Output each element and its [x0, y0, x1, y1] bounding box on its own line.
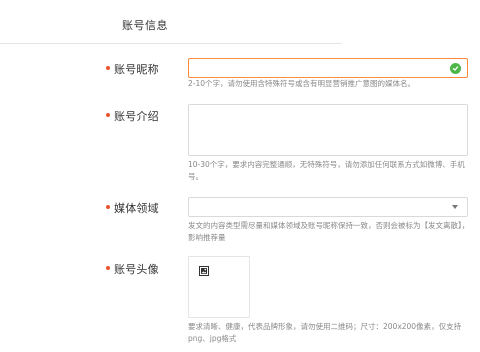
- required-dot: [106, 266, 110, 270]
- intro-textarea[interactable]: [188, 104, 468, 156]
- media-field-select[interactable]: [188, 197, 468, 217]
- nickname-label-wrap: 账号昵称: [106, 61, 159, 77]
- intro-label-wrap: 账号介绍: [106, 108, 159, 124]
- avatar-label-wrap: 账号头像: [106, 261, 159, 277]
- intro-label: 账号介绍: [114, 110, 159, 123]
- required-dot: [106, 205, 110, 209]
- intro-hint: 10-30个字，要求内容完整通顺，无特殊符号，请勿添加任何联系方式如微博、手机号…: [188, 160, 465, 181]
- media-field-hint: 发文的内容类型需尽量和媒体领域及账号昵称保持一致，否则会被标为【发文离散】，影响…: [188, 221, 470, 242]
- media-field-label-wrap: 媒体领域: [106, 200, 159, 216]
- check-circle-icon: [450, 62, 461, 74]
- required-dot: [106, 66, 110, 70]
- header-divider: [0, 43, 342, 44]
- media-field-label: 媒体领域: [114, 202, 159, 215]
- caret-down-icon: [452, 205, 458, 209]
- nickname-input[interactable]: [188, 58, 468, 78]
- nickname-hint: 2-10个字，请勿使用含特殊符号或含有明显营销推广意图的媒体名。: [188, 79, 416, 88]
- nickname-label: 账号昵称: [114, 63, 159, 76]
- avatar-hint: 要求清晰、健康，代表品牌形象，请勿使用二维码；尺寸：200x200像素，仅支持p…: [188, 322, 462, 343]
- required-dot: [106, 113, 110, 117]
- page-title: 账号信息: [122, 19, 168, 32]
- avatar-label: 账号头像: [114, 263, 159, 276]
- image-upload-icon: [199, 266, 209, 276]
- avatar-upload-box[interactable]: [188, 256, 250, 318]
